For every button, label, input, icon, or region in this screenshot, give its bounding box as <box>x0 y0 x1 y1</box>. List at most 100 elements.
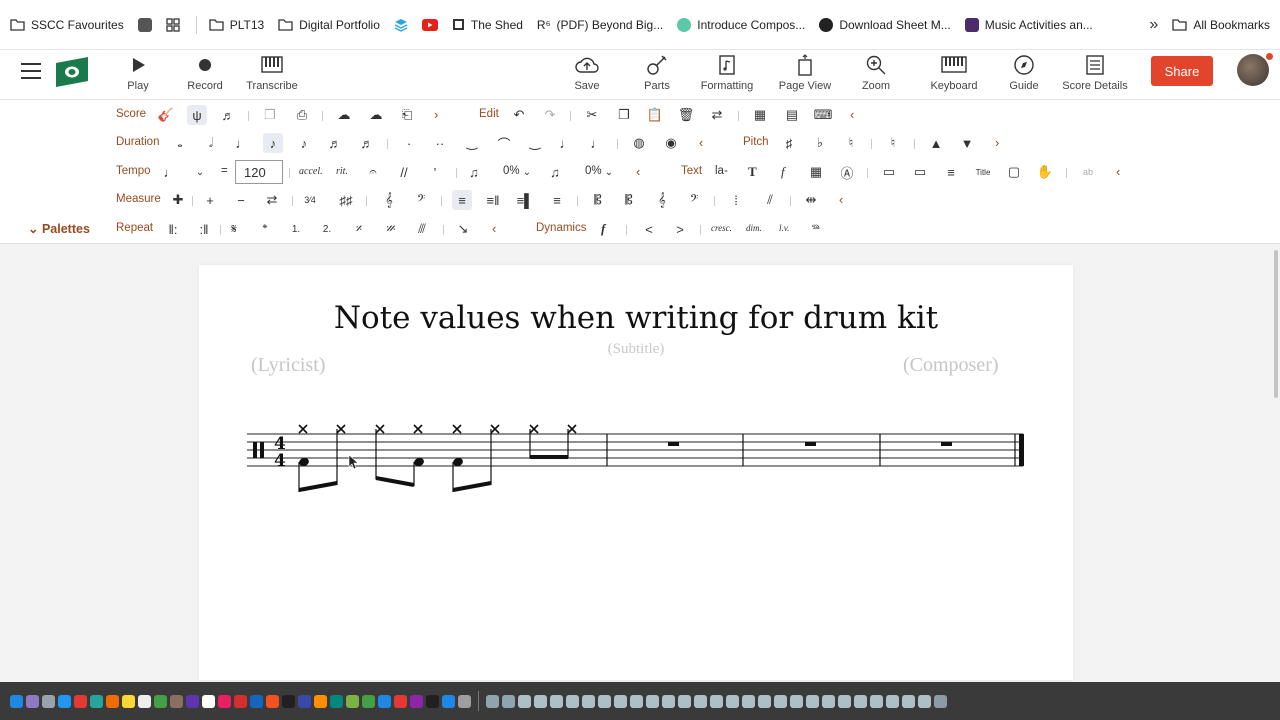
messages-icon[interactable] <box>362 694 375 708</box>
window-icon[interactable] <box>598 694 611 708</box>
chevron-down-icon[interactable]: ⌄ <box>517 162 537 182</box>
score-details-button[interactable]: Score Details <box>1055 54 1135 92</box>
bookmark-layers[interactable] <box>394 18 408 32</box>
collapse-chevron-icon[interactable]: ‹ <box>636 164 640 179</box>
app-icon[interactable] <box>218 694 231 708</box>
window-icon[interactable] <box>502 694 515 708</box>
zoom-button[interactable]: Zoom <box>841 54 911 92</box>
app-store-icon[interactable] <box>442 694 455 708</box>
collapse-chevron-icon[interactable]: ‹ <box>850 107 854 122</box>
natural-icon[interactable]: ♮ <box>841 133 861 153</box>
app-icon[interactable] <box>186 694 199 708</box>
thirty-second-note-icon[interactable]: ♬ <box>325 133 345 153</box>
musescore-logo-icon[interactable] <box>56 57 88 87</box>
dim-button[interactable]: dim. <box>746 223 762 233</box>
acrobat-icon[interactable] <box>234 694 247 708</box>
window-icon[interactable] <box>630 694 643 708</box>
app-icon[interactable] <box>330 694 343 708</box>
window-icon[interactable] <box>822 694 835 708</box>
window-icon[interactable] <box>486 694 499 708</box>
bookmark-digital-portfolio[interactable]: Digital Portfolio <box>278 18 380 32</box>
bookmark-plt13[interactable]: PLT13 <box>209 18 264 32</box>
chevron-down-icon[interactable]: ⌄ <box>599 162 619 182</box>
app-icon[interactable] <box>266 694 279 708</box>
quarter-note-icon[interactable]: ♩ <box>232 133 252 153</box>
dot-icon[interactable]: · <box>399 133 419 153</box>
voice-icon[interactable]: ◉ <box>661 133 681 153</box>
end-repeat-icon[interactable]: :‖ <box>194 219 214 239</box>
cloud-download-icon[interactable]: ☁ <box>366 105 386 125</box>
menu-icon[interactable] <box>20 62 42 80</box>
expand-chevron-icon[interactable]: › <box>434 107 438 122</box>
volta-2-icon[interactable]: 2. <box>317 219 337 239</box>
measure-repeat-2-icon[interactable]: 𝄏 <box>381 219 401 239</box>
coda-icon[interactable]: 𝄌 <box>255 219 275 239</box>
insert-measure-icon[interactable]: + <box>200 190 220 210</box>
start-repeat-icon[interactable]: ‖: <box>163 219 183 239</box>
tv-icon[interactable] <box>426 694 439 708</box>
app-icon[interactable] <box>394 694 407 708</box>
alto-clef-icon[interactable]: 𝄡 <box>588 190 608 210</box>
window-icon[interactable] <box>678 694 691 708</box>
app-icon[interactable] <box>314 694 327 708</box>
fingering-icon[interactable]: ✋ <box>1035 162 1055 182</box>
slur-icon[interactable]: ⌒ <box>494 133 514 153</box>
window-icon[interactable] <box>534 694 547 708</box>
time-signature-icon[interactable]: 3⁄4 <box>300 190 320 210</box>
copy-icon[interactable]: ❐ <box>614 105 634 125</box>
rit-button[interactable]: rit. <box>336 166 348 177</box>
remove-measure-icon[interactable]: − <box>231 190 251 210</box>
barline-dashed-icon[interactable]: ≡ <box>547 190 567 210</box>
palettes-toggle[interactable]: ⌄ Palettes <box>28 221 90 236</box>
window-icon[interactable] <box>870 694 883 708</box>
save-button[interactable]: Save <box>552 54 622 92</box>
volta-1-icon[interactable]: 1. <box>286 219 306 239</box>
export-file-icon[interactable]: ⎗ <box>397 105 417 125</box>
barline-final-icon[interactable]: ≡▌ <box>515 190 535 210</box>
barline-single-icon[interactable]: ≡ <box>452 190 472 210</box>
score-composer[interactable]: (Composer) <box>903 354 999 377</box>
collapse-chevron-icon[interactable]: ‹ <box>492 221 496 236</box>
window-icon[interactable] <box>566 694 579 708</box>
paste-icon[interactable]: 📋 <box>645 105 665 125</box>
title-frame-icon[interactable]: Title <box>973 162 993 182</box>
slur-below-icon[interactable]: ‿ <box>525 133 545 153</box>
record-button[interactable]: Record <box>170 54 240 92</box>
tuning-fork-icon[interactable]: ψ <box>187 105 207 125</box>
pedal-icon[interactable]: 𝆮 <box>806 219 826 239</box>
drum-staff[interactable]: 4 4 <box>240 415 1030 500</box>
cloud-upload-icon[interactable]: ☁ <box>334 105 354 125</box>
sixty-fourth-note-icon[interactable]: ♬ <box>357 133 377 153</box>
barline-double-icon[interactable]: ≡‖ <box>483 190 503 210</box>
multimeasure-rest-icon[interactable]: ⁞ <box>726 190 746 210</box>
jump-icon[interactable]: ↘ <box>453 219 473 239</box>
decrescendo-hairpin-icon[interactable]: > <box>670 219 690 239</box>
rest-icon[interactable]: ◍ <box>629 133 649 153</box>
window-icon[interactable] <box>806 694 819 708</box>
app-icon[interactable] <box>378 694 391 708</box>
breath-mark-icon[interactable]: ’ <box>425 162 445 182</box>
window-icon[interactable] <box>742 694 755 708</box>
select-similar-icon[interactable]: ▤ <box>782 105 802 125</box>
whole-note-icon[interactable]: 𝅝 <box>170 133 190 153</box>
frame-icon[interactable]: ▭ <box>879 162 899 182</box>
window-icon[interactable] <box>790 694 803 708</box>
window-icon[interactable] <box>758 694 771 708</box>
all-bookmarks[interactable]: All Bookmarks <box>1172 18 1270 32</box>
page-view-button[interactable]: Page View <box>770 54 840 92</box>
app-icon[interactable] <box>282 694 295 708</box>
caesura-icon[interactable]: // <box>394 162 414 182</box>
bookmark-download-sheet[interactable]: Download Sheet M... <box>819 17 951 32</box>
chrome-icon[interactable] <box>74 694 87 708</box>
vertical-scrollbar[interactable] <box>1274 250 1278 398</box>
bookmark-introduce-compos[interactable]: Introduce Compos... <box>677 17 805 32</box>
delete-icon[interactable]: 🗑 <box>676 105 696 125</box>
bookmark-the-shed[interactable]: The Shed <box>452 18 523 32</box>
formatting-button[interactable]: Formatting <box>692 54 762 92</box>
measure-repeat-4-icon[interactable]: ⫻ <box>412 219 432 239</box>
bookmark-youtube[interactable] <box>421 18 438 31</box>
score-subtitle[interactable]: (Subtitle) <box>0 341 1272 358</box>
calendar-icon[interactable] <box>138 694 151 708</box>
window-icon[interactable] <box>582 694 595 708</box>
window-icon[interactable] <box>614 694 627 708</box>
